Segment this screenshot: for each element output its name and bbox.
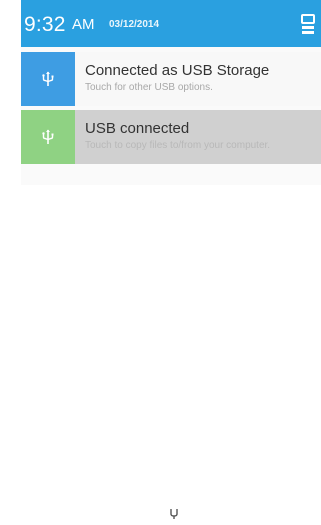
clock-ampm: AM [72, 16, 95, 33]
notification-usb-storage[interactable]: Connected as USB Storage Touch for other… [21, 52, 321, 106]
notification-subtitle: Touch for other USB options. [85, 82, 213, 93]
status-header: 9:32 AM 03/12/2014 [21, 0, 321, 47]
clock-date: 03/12/2014 [109, 19, 160, 30]
usb-icon [21, 110, 75, 164]
quick-settings-icon[interactable] [301, 14, 315, 36]
notification-usb-connected[interactable]: USB connected Touch to copy files to/fro… [21, 110, 321, 164]
clock-time: 9:32 [24, 13, 66, 36]
usb-icon [21, 52, 75, 106]
notification-subtitle: Touch to copy files to/from your compute… [85, 140, 271, 151]
notification-title: USB connected [85, 120, 190, 137]
navigation-glyph-icon[interactable] [168, 508, 180, 520]
notification-title: Connected as USB Storage [85, 62, 270, 79]
